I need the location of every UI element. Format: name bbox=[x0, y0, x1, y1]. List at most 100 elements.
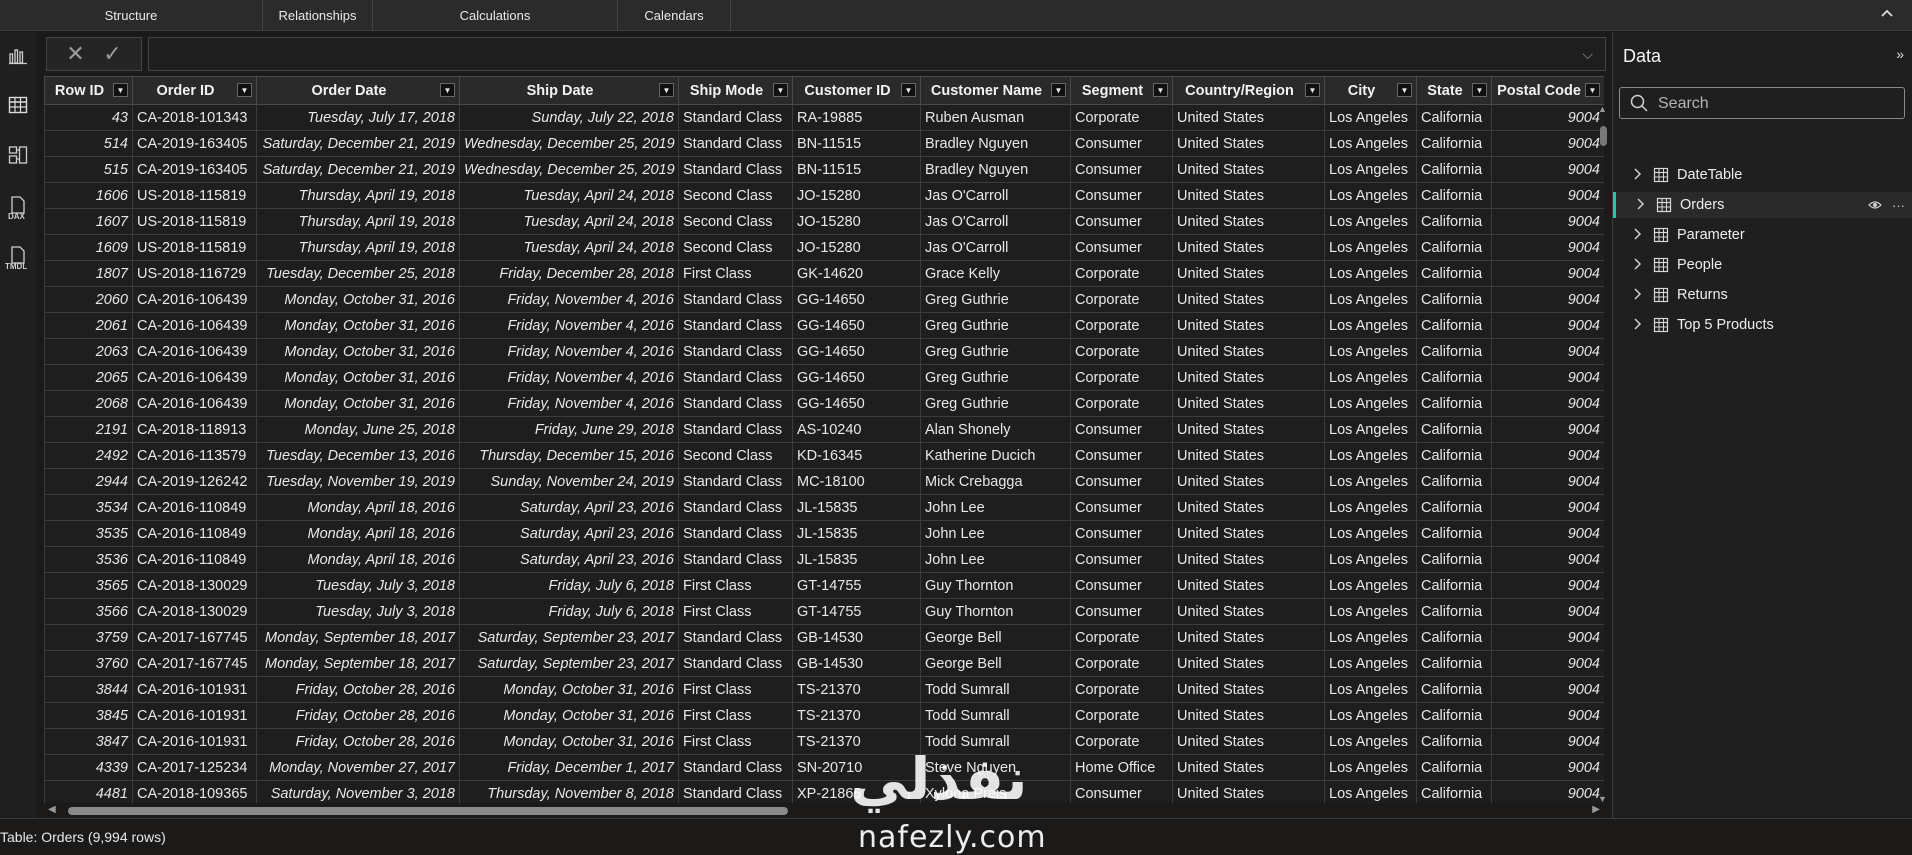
table-cell[interactable]: MC-18100 bbox=[792, 468, 921, 495]
table-cell[interactable]: 3760 bbox=[44, 650, 133, 677]
table-cell[interactable]: Consumer bbox=[1070, 468, 1173, 495]
chevron-right-icon[interactable] bbox=[1633, 257, 1647, 273]
table-cell[interactable]: George Bell bbox=[920, 650, 1071, 677]
table-cell[interactable]: 9004 bbox=[1491, 130, 1604, 157]
table-cell[interactable]: United States bbox=[1172, 182, 1325, 209]
table-cell[interactable]: US-2018-116729 bbox=[132, 260, 257, 287]
table-cell[interactable]: Consumer bbox=[1070, 494, 1173, 521]
model-view-icon[interactable] bbox=[5, 142, 31, 168]
table-cell[interactable]: Guy Thornton bbox=[920, 598, 1071, 625]
column-filter-dropdown-icon[interactable]: ▼ bbox=[1472, 83, 1487, 97]
chevron-right-icon[interactable] bbox=[1633, 227, 1647, 243]
table-cell[interactable]: California bbox=[1416, 156, 1492, 183]
search-input[interactable] bbox=[1658, 92, 1898, 116]
table-cell[interactable]: Corporate bbox=[1070, 728, 1173, 755]
table-cell[interactable]: 2944 bbox=[44, 468, 133, 495]
column-header[interactable]: Order ID ▼ bbox=[132, 76, 257, 105]
table-cell[interactable]: CA-2019-163405 bbox=[132, 156, 257, 183]
table-row[interactable]: 2060 CA-2016-106439 Monday, October 31, 20… bbox=[44, 286, 1604, 313]
table-cell[interactable]: Monday, October 31, 2016 bbox=[256, 338, 460, 365]
table-cell[interactable]: Los Angeles bbox=[1324, 390, 1417, 417]
table-cell[interactable]: Mick Crebagga bbox=[920, 468, 1071, 495]
table-row[interactable]: 2492 CA-2016-113579 Tuesday, December 13, … bbox=[44, 442, 1604, 469]
table-cell[interactable]: United States bbox=[1172, 572, 1325, 599]
table-cell[interactable]: 9004 bbox=[1491, 364, 1604, 391]
column-header[interactable]: State ▼ bbox=[1416, 76, 1492, 105]
table-cell[interactable]: John Lee bbox=[920, 520, 1071, 547]
table-cell[interactable]: California bbox=[1416, 468, 1492, 495]
table-cell[interactable]: Consumer bbox=[1070, 520, 1173, 547]
table-cell[interactable]: 9004 bbox=[1491, 208, 1604, 235]
table-cell[interactable]: Friday, July 6, 2018 bbox=[459, 572, 679, 599]
table-cell[interactable]: 2060 bbox=[44, 286, 133, 313]
table-cell[interactable]: United States bbox=[1172, 468, 1325, 495]
chevron-right-icon[interactable] bbox=[1636, 197, 1650, 213]
table-cell[interactable]: Standard Class bbox=[678, 338, 793, 365]
table-cell[interactable]: Tuesday, April 24, 2018 bbox=[459, 208, 679, 235]
table-cell[interactable]: 9004 bbox=[1491, 260, 1604, 287]
table-cell[interactable]: Tuesday, July 17, 2018 bbox=[256, 104, 460, 131]
table-row[interactable]: 3534 CA-2016-110849 Monday, April 18, 2016… bbox=[44, 494, 1604, 521]
table-cell[interactable]: Los Angeles bbox=[1324, 234, 1417, 261]
table-cell[interactable]: GG-14650 bbox=[792, 338, 921, 365]
commit-icon[interactable]: ✓ bbox=[103, 41, 121, 67]
table-cell[interactable]: 515 bbox=[44, 156, 133, 183]
table-cell[interactable]: Consumer bbox=[1070, 130, 1173, 157]
table-cell[interactable]: United States bbox=[1172, 624, 1325, 651]
table-cell[interactable]: Second Class bbox=[678, 234, 793, 261]
table-cell[interactable]: United States bbox=[1172, 754, 1325, 781]
table-cell[interactable]: 3759 bbox=[44, 624, 133, 651]
table-cell[interactable]: United States bbox=[1172, 546, 1325, 573]
table-cell[interactable]: 9004 bbox=[1491, 650, 1604, 677]
table-cell[interactable]: Todd Sumrall bbox=[920, 702, 1071, 729]
column-filter-dropdown-icon[interactable]: ▼ bbox=[1153, 83, 1168, 97]
table-cell[interactable]: Corporate bbox=[1070, 312, 1173, 339]
table-cell[interactable]: Friday, October 28, 2016 bbox=[256, 702, 460, 729]
table-cell[interactable]: Bradley Nguyen bbox=[920, 156, 1071, 183]
table-cell[interactable]: California bbox=[1416, 104, 1492, 131]
table-cell[interactable]: Tuesday, April 24, 2018 bbox=[459, 182, 679, 209]
tmdl-view-icon[interactable]: TMDL bbox=[5, 242, 31, 271]
table-cell[interactable]: Standard Class bbox=[678, 780, 793, 803]
table-cell[interactable]: Monday, October 31, 2016 bbox=[256, 364, 460, 391]
table-cell[interactable]: Standard Class bbox=[678, 390, 793, 417]
data-pane-table-item[interactable]: Top 5 Products bbox=[1613, 312, 1912, 338]
table-cell[interactable]: 9004 bbox=[1491, 676, 1604, 703]
table-cell[interactable]: Los Angeles bbox=[1324, 156, 1417, 183]
table-cell[interactable]: Los Angeles bbox=[1324, 754, 1417, 781]
table-cell[interactable]: CA-2017-167745 bbox=[132, 624, 257, 651]
table-cell[interactable]: John Lee bbox=[920, 494, 1071, 521]
chevron-right-icon[interactable] bbox=[1633, 317, 1647, 333]
table-row[interactable]: 3845 CA-2016-101931 Friday, October 28, 20… bbox=[44, 702, 1604, 729]
table-cell[interactable]: Saturday, April 23, 2016 bbox=[459, 546, 679, 573]
table-cell[interactable]: California bbox=[1416, 442, 1492, 469]
table-cell[interactable]: 514 bbox=[44, 130, 133, 157]
table-cell[interactable]: 3535 bbox=[44, 520, 133, 547]
table-cell[interactable]: 9004 bbox=[1491, 494, 1604, 521]
table-cell[interactable]: Monday, October 31, 2016 bbox=[256, 390, 460, 417]
table-cell[interactable]: California bbox=[1416, 780, 1492, 803]
table-cell[interactable]: California bbox=[1416, 390, 1492, 417]
formula-input[interactable]: ⌵ bbox=[148, 37, 1606, 71]
table-cell[interactable]: Home Office bbox=[1070, 754, 1173, 781]
table-cell[interactable]: Standard Class bbox=[678, 624, 793, 651]
table-cell[interactable]: California bbox=[1416, 572, 1492, 599]
table-cell[interactable]: 9004 bbox=[1491, 286, 1604, 313]
table-cell[interactable]: Tuesday, July 3, 2018 bbox=[256, 598, 460, 625]
table-cell[interactable]: First Class bbox=[678, 598, 793, 625]
table-cell[interactable]: Friday, November 4, 2016 bbox=[459, 364, 679, 391]
table-row[interactable]: 3847 CA-2016-101931 Friday, October 28, 20… bbox=[44, 728, 1604, 755]
table-cell[interactable]: United States bbox=[1172, 650, 1325, 677]
table-cell[interactable]: Second Class bbox=[678, 442, 793, 469]
table-cell[interactable]: Standard Class bbox=[678, 130, 793, 157]
column-header[interactable]: Customer ID ▼ bbox=[792, 76, 921, 105]
table-cell[interactable]: Greg Guthrie bbox=[920, 312, 1071, 339]
table-cell[interactable]: Thursday, April 19, 2018 bbox=[256, 234, 460, 261]
table-cell[interactable]: Monday, April 18, 2016 bbox=[256, 520, 460, 547]
table-cell[interactable]: CA-2016-110849 bbox=[132, 520, 257, 547]
table-cell[interactable]: Greg Guthrie bbox=[920, 286, 1071, 313]
table-row[interactable]: 2061 CA-2016-106439 Monday, October 31, 20… bbox=[44, 312, 1604, 339]
table-cell[interactable]: Standard Class bbox=[678, 754, 793, 781]
table-cell[interactable]: RA-19885 bbox=[792, 104, 921, 131]
table-cell[interactable]: Monday, October 31, 2016 bbox=[256, 312, 460, 339]
